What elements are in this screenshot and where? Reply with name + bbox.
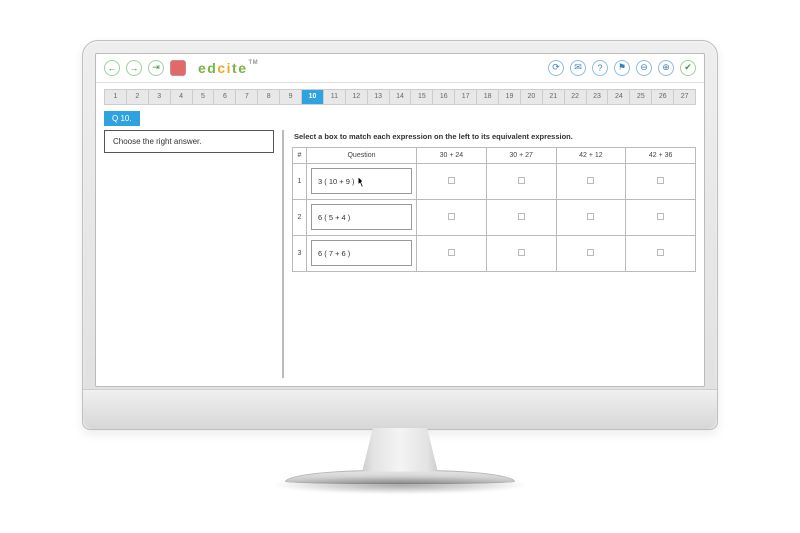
checkbox-icon[interactable] xyxy=(448,177,455,184)
question-nav-6[interactable]: 6 xyxy=(214,90,236,104)
answer-cell[interactable] xyxy=(626,199,696,235)
answer-cell[interactable] xyxy=(417,235,487,271)
row-number: 3 xyxy=(293,235,307,271)
right-pane: Select a box to match each expression on… xyxy=(282,130,696,378)
question-nav-7[interactable]: 7 xyxy=(236,90,258,104)
answer-cell[interactable] xyxy=(486,235,556,271)
checkbox-icon[interactable] xyxy=(448,249,455,256)
header-question: Question xyxy=(307,147,417,163)
question-nav-2[interactable]: 2 xyxy=(127,90,149,104)
question-nav-12[interactable]: 12 xyxy=(346,90,368,104)
checkbox-icon[interactable] xyxy=(657,177,664,184)
question-nav-23[interactable]: 23 xyxy=(587,90,609,104)
expression-cell: 6 ( 5 + 4 ) xyxy=(307,199,417,235)
question-nav-22[interactable]: 22 xyxy=(565,90,587,104)
answer-cell[interactable] xyxy=(417,163,487,199)
checkbox-icon[interactable] xyxy=(657,249,664,256)
header-col-1: 30 + 24 xyxy=(417,147,487,163)
answer-cell[interactable] xyxy=(486,163,556,199)
table-header-row: # Question 30 + 24 30 + 27 42 + 12 42 + … xyxy=(293,147,696,163)
submit-check-button[interactable]: ✔ xyxy=(680,60,696,76)
row-number: 2 xyxy=(293,199,307,235)
question-nav-15[interactable]: 15 xyxy=(411,90,433,104)
question-nav-16[interactable]: 16 xyxy=(433,90,455,104)
question-nav-17[interactable]: 17 xyxy=(455,90,477,104)
flag-button[interactable]: ⚑ xyxy=(614,60,630,76)
question-nav-14[interactable]: 14 xyxy=(390,90,412,104)
checkbox-icon[interactable] xyxy=(448,213,455,220)
forward-button[interactable]: → xyxy=(126,60,142,76)
zoom-in-button[interactable]: ⊕ xyxy=(658,60,674,76)
checkbox-icon[interactable] xyxy=(518,213,525,220)
answer-cell[interactable] xyxy=(556,235,626,271)
table-row: 13 ( 10 + 9 ) xyxy=(293,163,696,199)
answer-cell[interactable] xyxy=(556,199,626,235)
question-nav-21[interactable]: 21 xyxy=(543,90,565,104)
app-screen: ← → ⇥ edciteTM ⟳ ✉ ? ⚑ ⊖ ⊕ ✔ xyxy=(95,53,705,387)
monitor-stand-neck xyxy=(355,428,445,472)
monitor-frame: ← → ⇥ edciteTM ⟳ ✉ ? ⚑ ⊖ ⊕ ✔ xyxy=(82,40,718,494)
table-row: 26 ( 5 + 4 ) xyxy=(293,199,696,235)
stop-button[interactable] xyxy=(170,60,186,76)
expression-cell: 6 ( 7 + 6 ) xyxy=(307,235,417,271)
table-row: 36 ( 7 + 6 ) xyxy=(293,235,696,271)
header-col-2: 30 + 27 xyxy=(486,147,556,163)
header-col-3: 42 + 12 xyxy=(556,147,626,163)
checkbox-icon[interactable] xyxy=(587,177,594,184)
answer-cell[interactable] xyxy=(417,199,487,235)
question-nav-4[interactable]: 4 xyxy=(171,90,193,104)
monitor-chin xyxy=(83,389,717,429)
header-num: # xyxy=(293,147,307,163)
question-nav-1[interactable]: 1 xyxy=(105,90,127,104)
expression-text: 6 ( 5 + 4 ) xyxy=(311,204,412,230)
brand-logo: edciteTM xyxy=(198,60,257,76)
back-button[interactable]: ← xyxy=(104,60,120,76)
checkbox-icon[interactable] xyxy=(587,249,594,256)
question-nav-24[interactable]: 24 xyxy=(608,90,630,104)
checkbox-icon[interactable] xyxy=(518,249,525,256)
question-nav-19[interactable]: 19 xyxy=(499,90,521,104)
checkbox-icon[interactable] xyxy=(518,177,525,184)
zoom-out-button[interactable]: ⊖ xyxy=(636,60,652,76)
header-col-4: 42 + 36 xyxy=(626,147,696,163)
expression-text: 6 ( 7 + 6 ) xyxy=(311,240,412,266)
question-badge: Q 10. xyxy=(104,111,140,126)
question-nav-18[interactable]: 18 xyxy=(477,90,499,104)
top-toolbar: ← → ⇥ edciteTM ⟳ ✉ ? ⚑ ⊖ ⊕ ✔ xyxy=(96,54,704,83)
screen-bezel: ← → ⇥ edciteTM ⟳ ✉ ? ⚑ ⊖ ⊕ ✔ xyxy=(82,40,718,430)
question-nav-20[interactable]: 20 xyxy=(521,90,543,104)
question-nav-13[interactable]: 13 xyxy=(368,90,390,104)
toolbar-right: ⟳ ✉ ? ⚑ ⊖ ⊕ ✔ xyxy=(548,60,696,76)
question-nav-9[interactable]: 9 xyxy=(280,90,302,104)
help-button[interactable]: ? xyxy=(592,60,608,76)
checkbox-icon[interactable] xyxy=(587,213,594,220)
answer-cell[interactable] xyxy=(626,163,696,199)
refresh-button[interactable]: ⟳ xyxy=(548,60,564,76)
toolbar-left: ← → ⇥ edciteTM xyxy=(104,60,257,76)
match-table: # Question 30 + 24 30 + 27 42 + 12 42 + … xyxy=(292,147,696,272)
skip-end-button[interactable]: ⇥ xyxy=(148,60,164,76)
checkbox-icon[interactable] xyxy=(657,213,664,220)
expression-cell: 3 ( 10 + 9 ) xyxy=(307,163,417,199)
question-nav-8[interactable]: 8 xyxy=(258,90,280,104)
answer-cell[interactable] xyxy=(556,163,626,199)
question-nav-26[interactable]: 26 xyxy=(652,90,674,104)
question-nav-25[interactable]: 25 xyxy=(630,90,652,104)
question-nav-5[interactable]: 5 xyxy=(193,90,215,104)
question-nav-3[interactable]: 3 xyxy=(149,90,171,104)
row-number: 1 xyxy=(293,163,307,199)
question-nav-strip: 1234567891011121314151617181920212223242… xyxy=(104,89,696,105)
mail-button[interactable]: ✉ xyxy=(570,60,586,76)
prompt-box: Choose the right answer. xyxy=(104,130,274,153)
content-body: Choose the right answer. Select a box to… xyxy=(96,126,704,386)
monitor-shadow xyxy=(270,476,530,494)
instruction-text: Select a box to match each expression on… xyxy=(294,132,696,141)
question-nav-10[interactable]: 10 xyxy=(302,90,324,104)
question-nav-27[interactable]: 27 xyxy=(674,90,695,104)
answer-cell[interactable] xyxy=(626,235,696,271)
expression-text: 3 ( 10 + 9 ) xyxy=(311,168,412,194)
left-pane: Choose the right answer. xyxy=(104,130,274,378)
answer-cell[interactable] xyxy=(486,199,556,235)
question-nav-11[interactable]: 11 xyxy=(324,90,346,104)
